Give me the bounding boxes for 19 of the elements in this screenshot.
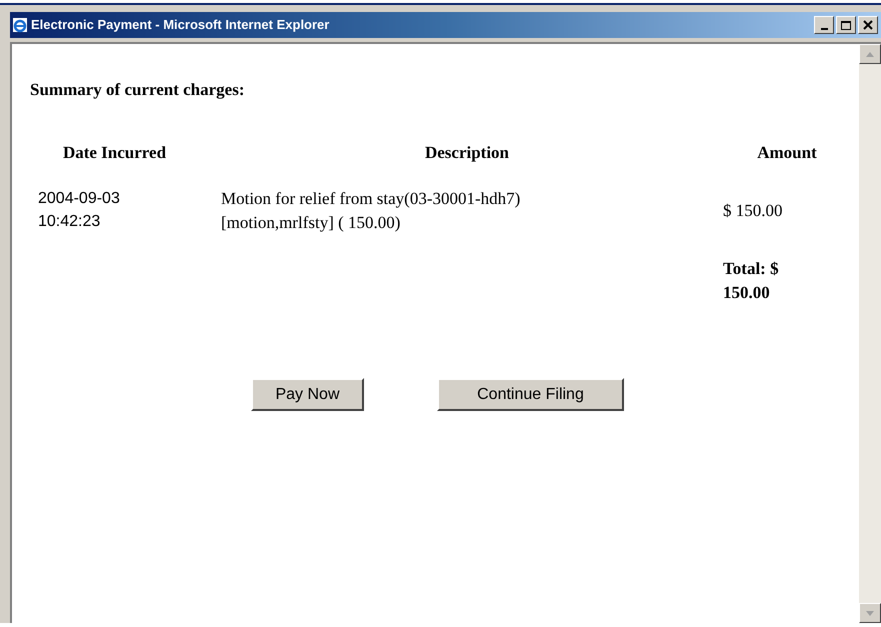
- summary-heading: Summary of current charges:: [30, 79, 245, 101]
- close-button[interactable]: [858, 16, 878, 34]
- column-header: Amount: [757, 142, 817, 164]
- column-header: Description: [424, 142, 510, 164]
- scroll-down-icon[interactable]: [859, 603, 881, 623]
- date-cell-text: 2004-09-03 10:42:23: [38, 189, 120, 232]
- maximize-button[interactable]: [836, 16, 856, 34]
- window-title: Electronic Payment - Microsoft Internet Explorer: [31, 16, 330, 34]
- description-cell-text: Motion for relief from stay(03-30001-hdh7) [motion,mrlfsty] ( 150.00): [221, 188, 522, 234]
- minimize-button[interactable]: [814, 16, 834, 34]
- close-icon: [863, 20, 873, 30]
- scroll-up-icon[interactable]: [859, 44, 881, 64]
- total-amount: Total: $ 150.00: [723, 258, 780, 304]
- amount-cell: $ 150.00: [723, 201, 782, 220]
- pay-now-button[interactable]: Pay Now: [251, 378, 364, 411]
- scrollbar[interactable]: [859, 44, 881, 623]
- column-header: Date Incurred: [62, 142, 166, 164]
- browser-icon: [12, 17, 28, 33]
- continue-filing-button[interactable]: Continue Filing: [437, 378, 624, 411]
